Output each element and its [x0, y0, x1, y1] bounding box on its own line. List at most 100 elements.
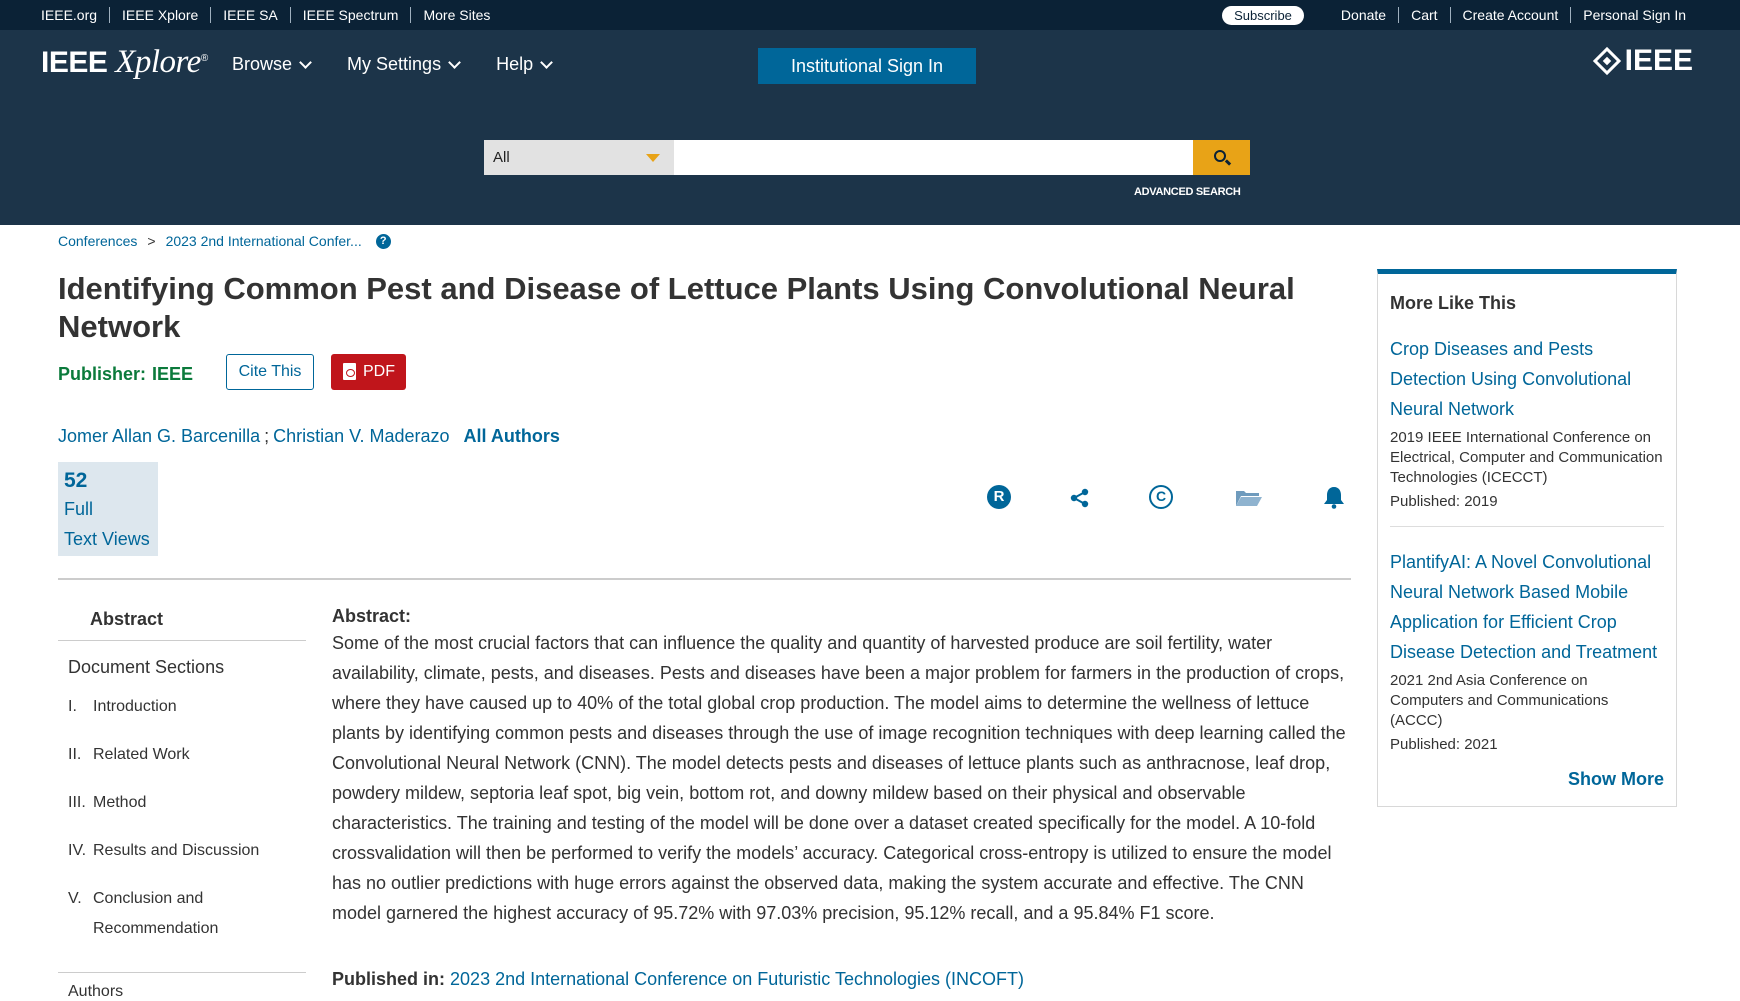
logo-xplore-text: Xplore: [115, 44, 201, 80]
more-like-this-title: More Like This: [1390, 293, 1517, 313]
search-button[interactable]: [1193, 140, 1250, 175]
related-article: PlantifyAI: A Novel Convolutional Neural…: [1390, 547, 1664, 769]
section-introduction[interactable]: I. Introduction: [58, 692, 306, 722]
section-conclusion[interactable]: V. Conclusion and Recommendation: [58, 884, 306, 944]
related-article-date: Published: 2021: [1390, 736, 1498, 753]
link-more-sites[interactable]: More Sites: [410, 7, 502, 23]
related-article-link[interactable]: Crop Diseases and Pests Detection Using …: [1390, 334, 1664, 424]
related-article-date: Published: 2019: [1390, 493, 1498, 510]
abstract-text: Some of the most crucial factors that ca…: [332, 633, 1346, 923]
section-label: Method: [93, 794, 147, 811]
alert-bell-icon[interactable]: [1323, 485, 1345, 509]
chevron-down-icon: [448, 55, 461, 69]
logo-registered-mark: ®: [200, 53, 208, 64]
breadcrumb-conference[interactable]: 2023 2nd International Confer...: [166, 233, 362, 249]
nav-help-label: Help: [496, 54, 534, 74]
pdf-button[interactable]: PDF: [331, 354, 406, 390]
related-article-venue: 2021 2nd Asia Conference on Computers an…: [1390, 672, 1609, 729]
link-ieee-org[interactable]: IEEE.org: [41, 7, 109, 23]
section-number: II.: [68, 746, 82, 763]
nav-browse[interactable]: Browse: [232, 54, 312, 75]
section-results-discussion[interactable]: IV. Results and Discussion: [58, 836, 306, 866]
metric-label-line2: Text Views: [64, 529, 150, 549]
page-title: Identifying Common Pest and Disease of L…: [58, 271, 1295, 344]
help-icon[interactable]: ?: [375, 233, 391, 249]
pdf-label: PDF: [363, 363, 395, 380]
link-donate[interactable]: Donate: [1329, 7, 1398, 23]
utility-bar: IEEE.org IEEE Xplore IEEE SA IEEE Spectr…: [0, 0, 1740, 30]
link-create-account[interactable]: Create Account: [1449, 7, 1571, 23]
full-text-views-metric[interactable]: 52 Full Text Views: [58, 462, 158, 556]
institutional-sign-in-button[interactable]: Institutional Sign In: [758, 48, 976, 84]
section-label: Results and Discussion: [93, 842, 260, 859]
section-number: III.: [68, 794, 86, 811]
all-authors-link[interactable]: All Authors: [464, 426, 560, 447]
nav-my-settings[interactable]: My Settings: [347, 54, 461, 75]
link-ieee-sa[interactable]: IEEE SA: [210, 7, 289, 23]
link-ieee-xplore[interactable]: IEEE Xplore: [109, 7, 210, 23]
copyright-icon[interactable]: C: [1149, 485, 1173, 509]
rights-icon[interactable]: R: [987, 485, 1011, 509]
chevron-down-icon: [540, 55, 553, 69]
advanced-search-link[interactable]: ADVANCED SEARCH: [1134, 186, 1241, 198]
pdf-icon: [343, 363, 356, 380]
logo-ieee-text: IEEE: [41, 46, 108, 79]
abstract-heading: Abstract:: [332, 606, 412, 626]
link-cart[interactable]: Cart: [1398, 7, 1449, 23]
section-number: V.: [68, 890, 82, 907]
breadcrumb-separator: >: [147, 233, 156, 249]
nav-help[interactable]: Help: [496, 54, 553, 75]
section-related-work[interactable]: II. Related Work: [58, 740, 306, 770]
document-sections-heading: Document Sections: [68, 657, 225, 677]
cite-this-button[interactable]: Cite This: [226, 354, 314, 390]
related-article-link[interactable]: PlantifyAI: A Novel Convolutional Neural…: [1390, 547, 1664, 667]
nav-browse-label: Browse: [232, 54, 293, 74]
section-authors[interactable]: Authors: [58, 972, 306, 1001]
search-scope-select[interactable]: All: [484, 140, 674, 175]
breadcrumb-conferences[interactable]: Conferences: [58, 233, 137, 249]
search-bar: All: [484, 140, 1250, 175]
section-abstract[interactable]: Abstract: [58, 600, 306, 641]
metric-value: 52: [64, 469, 88, 492]
more-like-this-panel: More Like This Crop Diseases and Pests D…: [1377, 269, 1677, 807]
chevron-down-icon: [299, 55, 312, 69]
subscribe-button[interactable]: Subscribe: [1222, 6, 1304, 25]
section-method[interactable]: III. Method: [58, 788, 306, 818]
folder-icon[interactable]: [1235, 489, 1263, 507]
search-icon-handle: [1224, 159, 1232, 166]
search-input[interactable]: [674, 140, 1193, 175]
link-personal-sign-in[interactable]: Personal Sign In: [1570, 7, 1686, 23]
published-in: Published in: 2023 2nd International Con…: [332, 969, 1024, 990]
utility-links-right: Donate Cart Create Account Personal Sign…: [1329, 0, 1686, 30]
section-label: Related Work: [93, 746, 190, 763]
main-header: IEEE Xplore® Browse My Settings Help Ins…: [0, 30, 1740, 225]
section-divider: [58, 578, 1351, 580]
section-number: I.: [68, 698, 77, 715]
show-more-link[interactable]: Show More: [1568, 769, 1664, 790]
related-article-venue: 2019 IEEE International Conference on El…: [1390, 429, 1663, 486]
share-icon[interactable]: [1069, 487, 1091, 509]
publisher-value: IEEE: [152, 364, 194, 384]
abstract: Abstract: Some of the most crucial facto…: [332, 604, 1352, 928]
main-nav: Browse My Settings Help: [232, 54, 588, 75]
breadcrumb: Conferences > 2023 2nd International Con…: [58, 233, 391, 249]
author-link[interactable]: Christian V. Maderazo: [273, 426, 449, 447]
utility-links-left: IEEE.org IEEE Xplore IEEE SA IEEE Spectr…: [41, 0, 502, 30]
section-number: IV.: [68, 842, 87, 859]
author-separator: ;: [264, 426, 270, 446]
published-in-link[interactable]: 2023 2nd International Conference on Fut…: [450, 969, 1024, 989]
ieee-brand-logo[interactable]: IEEE: [1592, 44, 1693, 78]
author-link[interactable]: Jomer Allan G. Barcenilla: [58, 426, 260, 447]
section-label: Conclusion and Recommendation: [93, 890, 219, 937]
metric-label-line1: Full: [64, 499, 94, 519]
publisher: Publisher: IEEE: [58, 364, 193, 385]
link-ieee-spectrum[interactable]: IEEE Spectrum: [289, 7, 411, 23]
nav-my-settings-label: My Settings: [347, 54, 442, 74]
ieee-brand-text: IEEE: [1624, 44, 1693, 77]
author-list: Jomer Allan G. Barcenilla ; Christian V.…: [58, 426, 560, 447]
ieee-xplore-logo[interactable]: IEEE Xplore®: [41, 44, 208, 81]
publisher-label: Publisher:: [58, 364, 147, 384]
search-scope-value: All: [493, 149, 510, 166]
document-sections-nav: Abstract Document Sections I. Introducti…: [58, 600, 306, 1000]
published-in-label: Published in:: [332, 969, 446, 989]
